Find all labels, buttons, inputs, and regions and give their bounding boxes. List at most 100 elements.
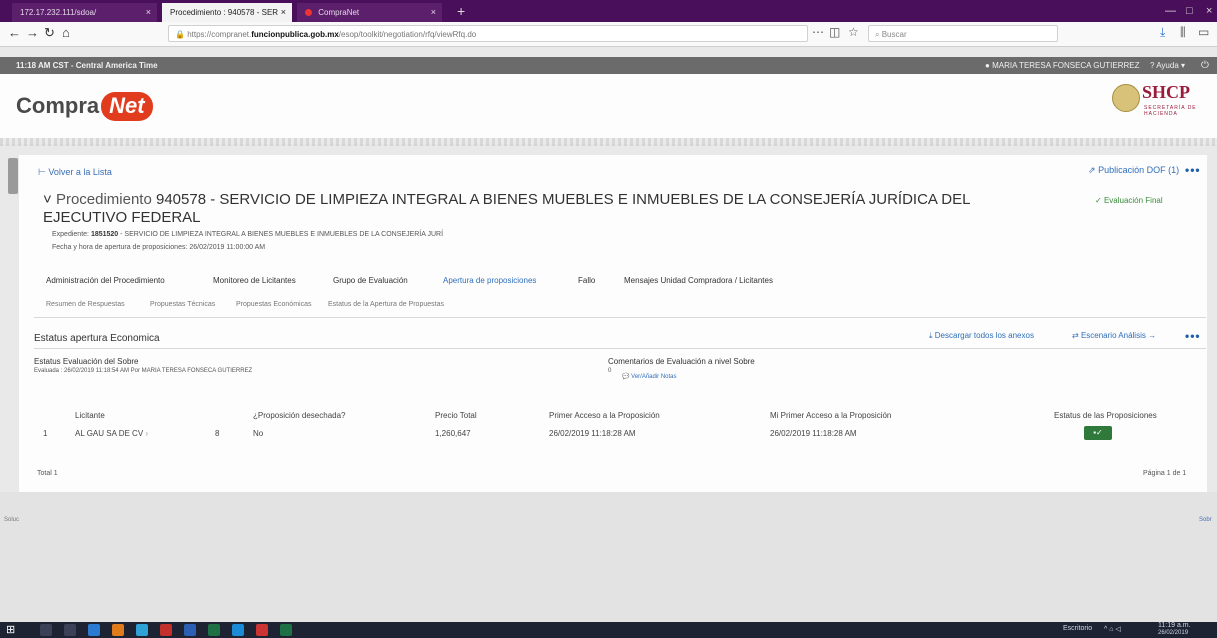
back-to-list-link[interactable]: ⊢ Volver a la Lista xyxy=(38,167,112,178)
more-options-icon[interactable]: ••• xyxy=(1185,329,1201,343)
row-number: 1 xyxy=(43,428,48,438)
subtab-economicas[interactable]: Propuestas Económicas xyxy=(236,301,311,308)
section-title: Estatus apertura Economica xyxy=(34,333,160,344)
more-options-icon[interactable]: ••• xyxy=(1185,163,1201,177)
tab-label: 172.17.232.111/sdoa/ xyxy=(20,8,97,17)
user-icon: ● xyxy=(985,61,990,70)
cell-desechada: No xyxy=(253,428,264,438)
browser-tab-active[interactable]: Procedimiento : 940578 - SER × xyxy=(162,3,292,22)
firefox-icon[interactable] xyxy=(112,624,124,636)
maximize-icon[interactable]: □ xyxy=(1186,0,1193,22)
tab-mensajes[interactable]: Mensajes Unidad Compradora / Licitantes xyxy=(624,276,773,285)
subtab-estatus-apertura[interactable]: Estatus de la Apertura de Propuestas xyxy=(328,301,444,308)
tray-icons[interactable]: ^ ⌂ ◁ xyxy=(1104,625,1121,633)
url-prefix: https://compranet. xyxy=(187,30,252,39)
edge-icon[interactable] xyxy=(232,624,244,636)
shcp-logo: SHCP xyxy=(1142,82,1191,102)
app-icon[interactable] xyxy=(88,624,100,636)
tab-apertura[interactable]: Apertura de proposiciones xyxy=(443,276,536,285)
logo-net: Net xyxy=(101,92,153,121)
expediente-label: Expediente: xyxy=(52,231,89,238)
powerpoint-icon[interactable] xyxy=(256,624,268,636)
back-arrow-icon[interactable]: ← xyxy=(8,25,21,40)
new-tab-button[interactable]: + xyxy=(457,0,465,22)
back-label: Volver a la Lista xyxy=(48,167,112,177)
help-icon: ? xyxy=(1150,61,1155,70)
publication-dof-link[interactable]: ⇗ Publicación DOF (1) xyxy=(1088,165,1179,176)
user-menu[interactable]: ● MARIA TERESA FONSECA GUTIERREZ xyxy=(985,57,1140,74)
help-menu[interactable]: ? Ayuda ▾ xyxy=(1150,57,1185,74)
home-icon[interactable]: ⌂ xyxy=(62,25,70,40)
power-icon[interactable]: ⏻ xyxy=(1201,57,1209,74)
clock-time[interactable]: 11:19 a.m. xyxy=(1158,622,1191,629)
desktop-label[interactable]: Escritorio xyxy=(1063,625,1092,632)
header-licitante[interactable]: Licitante xyxy=(75,408,215,422)
browser-tab[interactable]: 172.17.232.111/sdoa/ × xyxy=(12,3,157,22)
header-primer-acceso[interactable]: Primer Acceso a la Proposición xyxy=(549,408,770,422)
scenario-analysis-link[interactable]: ⇄ Escenario Análisis → xyxy=(1072,331,1156,340)
side-panel-handle[interactable] xyxy=(8,158,18,194)
close-icon[interactable]: × xyxy=(431,3,436,22)
library-icon[interactable]: ⫼ xyxy=(1180,25,1186,40)
word-icon[interactable] xyxy=(184,624,196,636)
acrobat-icon[interactable] xyxy=(160,624,172,636)
excel-file-icon[interactable] xyxy=(280,624,292,636)
compranet-logo[interactable]: Compra Net xyxy=(16,92,153,121)
browser-tab[interactable]: CompraNet × xyxy=(297,3,442,22)
tab-administracion[interactable]: Administración del Procedimiento xyxy=(46,276,165,285)
header-estatus[interactable]: Estatus de las Proposiciones xyxy=(1054,408,1203,422)
cell-precio: 1,260,647 xyxy=(435,428,471,438)
minimize-icon[interactable]: — xyxy=(1165,0,1176,22)
scenario-label: Escenario Análisis xyxy=(1080,331,1146,340)
task-view-icon[interactable] xyxy=(64,624,76,636)
os-taskbar: ⊞ Escritorio ^ ⌂ ◁ 11:19 a.m. 26/02/2019 xyxy=(0,622,1217,638)
comments-title: Comentarios de Evaluación a nivel Sobre xyxy=(608,357,755,366)
tab-fallo[interactable]: Fallo xyxy=(578,276,595,285)
table-row[interactable]: 1 AL GAU SA DE CV › 8 No 1,260,647 26/02… xyxy=(35,422,1203,444)
reload-icon[interactable]: ↻ xyxy=(44,25,55,41)
page-actions-icon[interactable]: ⋯ xyxy=(812,25,824,39)
bookmark-star-icon[interactable]: ☆ xyxy=(848,25,859,39)
tab-grupo-evaluacion[interactable]: Grupo de Evaluación xyxy=(333,276,408,285)
header-mi-primer-acceso[interactable]: Mi Primer Acceso a la Proposición xyxy=(770,408,1054,422)
search-input[interactable]: ⌕ Buscar xyxy=(868,25,1058,42)
close-icon[interactable]: × xyxy=(281,3,286,22)
lock-icon: 🔒 xyxy=(175,30,185,39)
divider xyxy=(34,317,1206,318)
total-count: Total 1 xyxy=(37,470,58,477)
search-placeholder: Buscar xyxy=(881,30,907,39)
url-bar[interactable]: 🔒 https://compranet.funcionpublica.gob.m… xyxy=(168,25,808,42)
collapse-marker[interactable]: ˅ xyxy=(43,191,56,208)
expediente-line: Expediente: 1851520 - SERVICIO DE LIMPIE… xyxy=(52,231,443,238)
logo-compra: Compra xyxy=(16,93,100,118)
shcp-subtitle: SECRETARÍA DE HACIENDA xyxy=(1144,105,1197,117)
close-window-icon[interactable]: × xyxy=(1206,0,1212,22)
apertura-date: Fecha y hora de apertura de proposicione… xyxy=(52,244,266,251)
header-precio[interactable]: Precio Total xyxy=(435,408,549,422)
close-icon[interactable]: × xyxy=(146,3,151,22)
add-notes-link[interactable]: 💬 Ver/Añadir Notas xyxy=(622,373,677,380)
subtab-tecnicas[interactable]: Propuestas Técnicas xyxy=(150,301,215,308)
forward-arrow-icon[interactable]: → xyxy=(26,25,39,40)
header-count xyxy=(215,408,253,422)
download-icon: ⤓ xyxy=(929,331,933,340)
comments-count: 0 xyxy=(608,368,612,374)
sidebar-icon[interactable]: ▭ xyxy=(1198,25,1209,39)
cell-mi-primer-acceso: 26/02/2019 11:18:28 AM xyxy=(770,428,857,438)
windows-start-icon[interactable]: ⊞ xyxy=(6,623,15,636)
header-desechada[interactable]: ¿Proposición desechada? xyxy=(253,408,435,422)
tab-monitoreo[interactable]: Monitoreo de Licitantes xyxy=(213,276,296,285)
pocket-icon[interactable]: ◫ xyxy=(829,25,840,39)
compranet-favicon-icon xyxy=(305,9,312,17)
subtab-resumen[interactable]: Resumen de Respuestas xyxy=(46,301,125,308)
excel-icon[interactable] xyxy=(208,624,220,636)
download-all-link[interactable]: ⤓ Descargar todos los anexos xyxy=(929,331,1034,341)
app-header: Compra Net SHCP SECRETARÍA DE HACIENDA xyxy=(0,74,1217,144)
lower-right-link[interactable]: Sobr xyxy=(1199,517,1212,523)
proposal-status-icon[interactable]: ▪✓ xyxy=(1084,426,1112,440)
download-icon[interactable]: ⤓ xyxy=(1160,25,1165,40)
file-explorer-icon[interactable] xyxy=(136,624,148,636)
search-icon[interactable] xyxy=(40,624,52,636)
clock-date[interactable]: 26/02/2019 xyxy=(1158,630,1188,636)
cell-licitante[interactable]: AL GAU SA DE CV › xyxy=(75,422,215,444)
